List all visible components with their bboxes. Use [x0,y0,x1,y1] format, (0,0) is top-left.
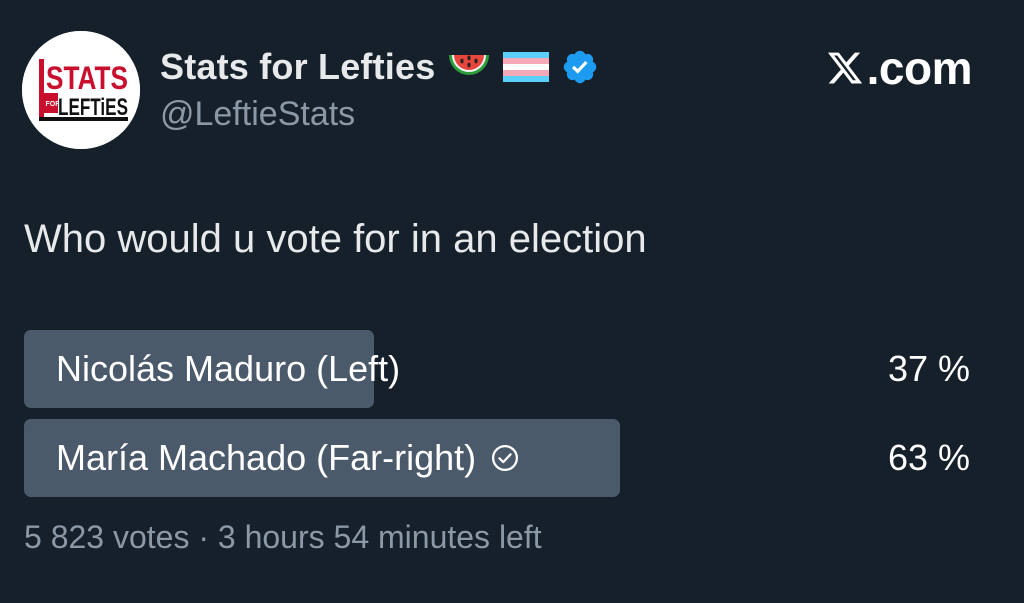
brand-label: .com [866,42,973,94]
x-logo-icon [825,49,865,87]
poll-option-label: María Machado (Far-right) [56,419,520,497]
avatar[interactable]: STATS FOR LEFTiES [22,31,140,149]
poll-option: Nicolás Maduro (Left) 37 % [24,330,970,408]
display-name[interactable]: Stats for Lefties [160,46,435,88]
poll-option-text: Nicolás Maduro (Left) [56,348,401,389]
verified-badge-icon[interactable] [561,48,599,86]
avatar-text-bottom: LEFTiES [58,94,128,121]
poll-option-label: Nicolás Maduro (Left) [56,330,400,408]
poll-option-percent: 37 % [887,348,970,389]
check-circle-icon [490,443,520,473]
avatar-text-top: STATS [46,60,128,96]
poll-option-text: María Machado (Far-right) [56,437,477,478]
poll-meta: 5 823 votes · 3 hours 54 minutes left [24,519,542,555]
poll-option-percent: 63 % [887,437,970,478]
poll: Nicolás Maduro (Left) 37 % María Machado… [24,330,970,508]
x-com-brand: .com [825,41,973,95]
author-handle[interactable]: @LeftieStats [160,95,355,134]
author-name-row: Stats for Lefties [160,44,599,90]
watermelon-emoji-icon [447,49,491,85]
tweet-text: Who would u vote for in an election [24,217,647,261]
transgender-flag-icon [503,52,550,82]
stats-for-lefties-logo: STATS FOR LEFTiES [22,31,140,149]
poll-option: María Machado (Far-right) 63 % [24,419,970,497]
